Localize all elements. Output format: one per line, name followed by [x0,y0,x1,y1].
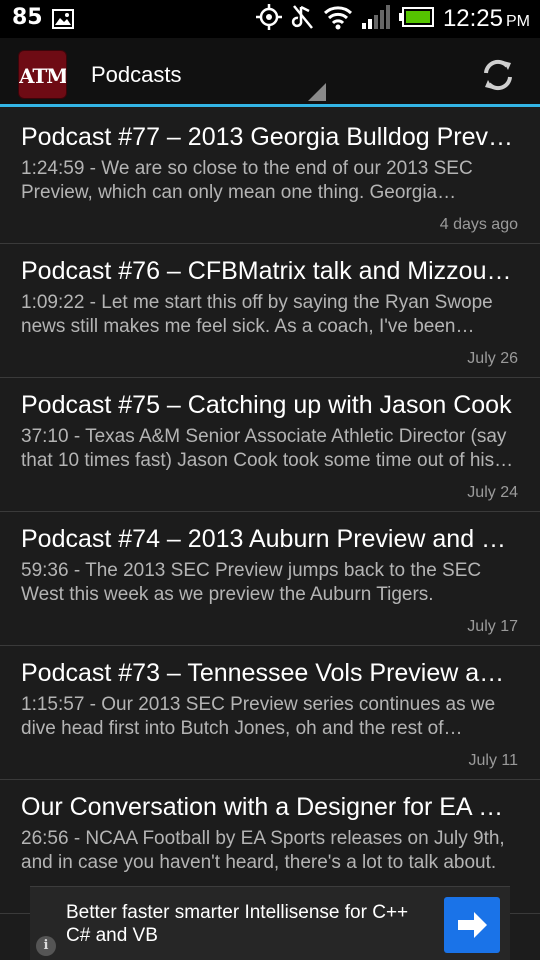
clock: 12:25 PM [443,5,530,33]
podcast-description: 59:36 - The 2013 SEC Preview jumps back … [21,560,482,605]
arrow-right-icon [444,912,500,957]
signal-icon [361,4,391,34]
podcast-description: 37:10 - Texas A&M Senior Associate Athle… [21,426,507,471]
podcast-title: Podcast #74 – 2013 Auburn Preview and mo… [21,525,518,553]
ad-text[interactable]: Better faster smarter Intellisense for C… [66,901,436,947]
podcast-description: 26:56 - NCAA Football by EA Sports relea… [21,828,505,873]
gallery-icon [52,9,74,33]
podcast-date: July 17 [467,618,518,635]
podcast-title: Podcast #73 – Tennessee Vols Preview and… [21,659,518,687]
podcast-date: 4 days ago [439,216,518,233]
podcast-description: 1:15:57 - Our 2013 SEC Preview series co… [21,694,496,739]
battery-icon [398,6,435,32]
list-item[interactable]: Podcast #74 – 2013 Auburn Preview and mo… [0,512,540,646]
status-bar: 85 12:25 PM [0,0,540,38]
podcast-description: 1:09:22 - Let me start this off by sayin… [21,292,493,337]
gps-icon [255,3,283,35]
podcast-date: July 26 [467,350,518,367]
podcast-title: Podcast #77 – 2013 Georgia Bulldog Previ… [21,123,518,151]
list-item[interactable]: Podcast #77 – 2013 Georgia Bulldog Previ… [0,110,540,244]
mute-icon [291,3,315,35]
podcast-title: Podcast #75 – Catching up with Jason Coo… [21,391,512,419]
podcast-list: Podcast #77 – 2013 Georgia Bulldog Previ… [0,110,540,914]
podcast-date: July 11 [468,752,518,769]
list-item[interactable]: Podcast #75 – Catching up with Jason Coo… [0,378,540,512]
list-item[interactable]: Podcast #73 – Tennessee Vols Preview and… [0,646,540,780]
clock-time: 12:25 [442,5,503,32]
podcast-title: Podcast #76 – CFBMatrix talk and Mizzou … [21,257,518,285]
page-title[interactable]: Podcasts [91,62,182,88]
ad-go-button[interactable] [444,897,500,953]
app-logo[interactable]: ATM [18,50,67,99]
wifi-icon [323,4,353,34]
list-item[interactable]: Podcast #76 – CFBMatrix talk and Mizzou … [0,244,540,378]
dropdown-caret-icon[interactable] [308,83,326,101]
podcast-title: Our Conversation with a Designer for EA … [21,793,518,821]
info-icon[interactable]: i [36,936,56,956]
action-bar: ATM Podcasts [0,38,540,107]
podcast-date: July 24 [467,484,518,501]
refresh-icon[interactable] [480,57,516,93]
podcast-description: 1:24:59 - We are so close to the end of … [21,158,473,203]
clock-ampm: PM [506,13,530,30]
ad-banner[interactable]: Better faster smarter Intellisense for C… [30,886,510,960]
notification-count: 85 [12,5,43,30]
logo-text: ATM [19,64,67,88]
